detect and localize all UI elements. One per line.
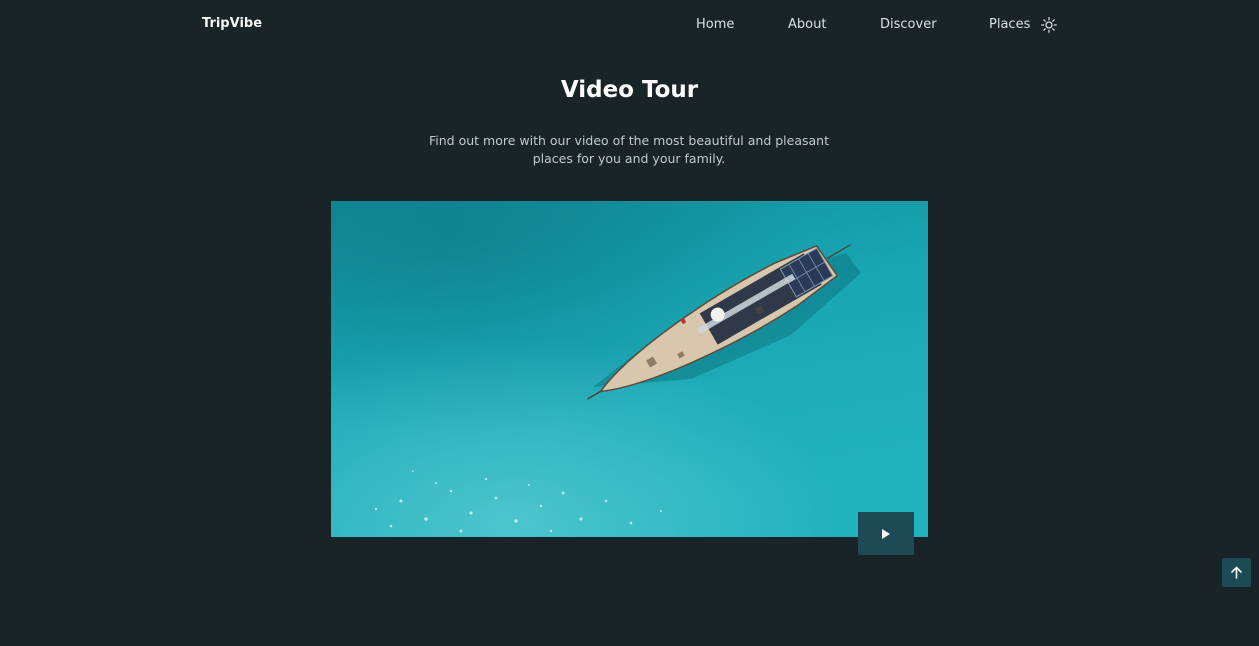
scroll-to-top-button[interactable] — [1222, 558, 1251, 587]
section-description: Find out more with our video of the most… — [429, 133, 829, 166]
play-button[interactable] — [858, 512, 914, 555]
nav-link-places[interactable]: Places — [989, 17, 1030, 32]
sun-icon[interactable] — [1041, 17, 1057, 33]
section-title: Video Tour — [560, 77, 699, 103]
site-logo[interactable]: TripVibe — [202, 16, 262, 31]
page: TripVibe Home About Discover Places Vide… — [0, 0, 1259, 646]
nav-link-home[interactable]: Home — [696, 17, 734, 32]
nav-link-discover[interactable]: Discover — [880, 17, 937, 32]
arrow-up-icon — [1231, 566, 1242, 579]
play-icon — [882, 529, 890, 539]
nav-link-about[interactable]: About — [788, 17, 826, 32]
site-header: TripVibe Home About Discover Places — [0, 0, 1259, 50]
video-player[interactable] — [331, 201, 928, 537]
video-thumbnail — [331, 201, 928, 537]
